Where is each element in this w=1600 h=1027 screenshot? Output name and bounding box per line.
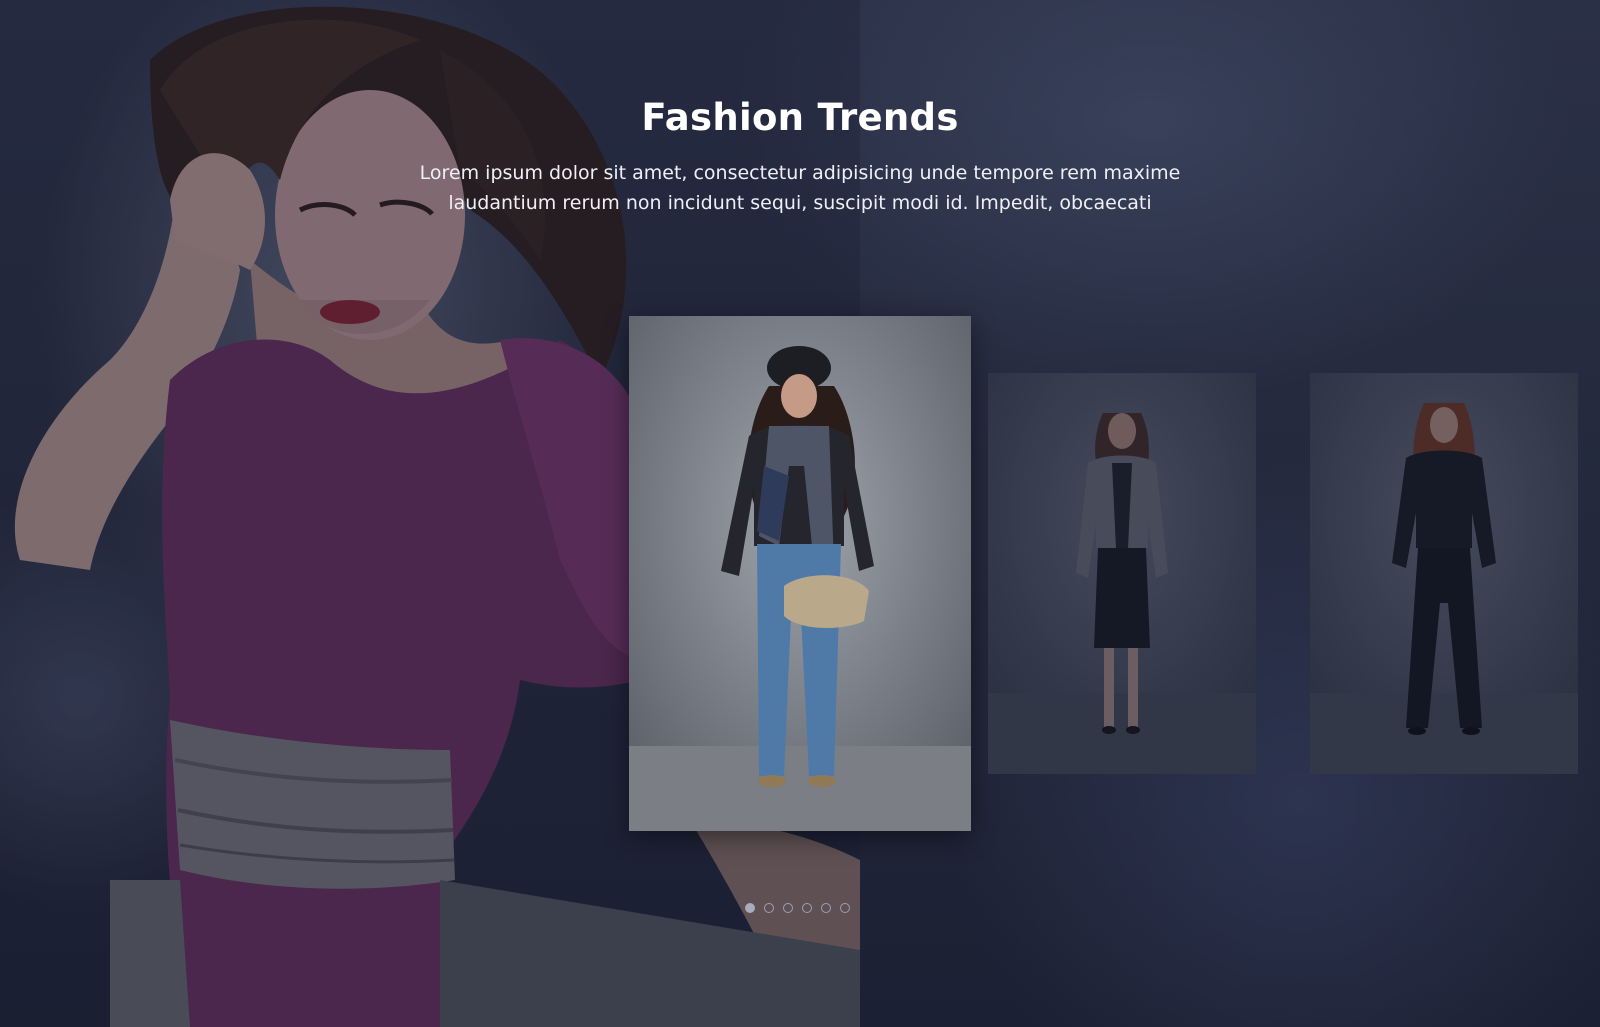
section-title: Fashion Trends bbox=[641, 96, 959, 139]
carousel-slide-3[interactable] bbox=[1310, 373, 1578, 774]
slide-image bbox=[629, 316, 971, 831]
pagination-dot-5[interactable] bbox=[821, 903, 831, 913]
pagination-dot-3[interactable] bbox=[783, 903, 793, 913]
pagination-dot-2[interactable] bbox=[764, 903, 774, 913]
carousel-pagination bbox=[745, 903, 850, 913]
slide-image bbox=[988, 373, 1256, 774]
carousel-slide-2[interactable] bbox=[988, 373, 1256, 774]
pagination-dot-1[interactable] bbox=[745, 903, 755, 913]
carousel-slide-active[interactable] bbox=[629, 316, 971, 831]
pagination-dot-6[interactable] bbox=[840, 903, 850, 913]
slide-image bbox=[1310, 373, 1578, 774]
section-description: Lorem ipsum dolor sit amet, consectetur … bbox=[419, 162, 1181, 214]
pagination-dot-4[interactable] bbox=[802, 903, 812, 913]
